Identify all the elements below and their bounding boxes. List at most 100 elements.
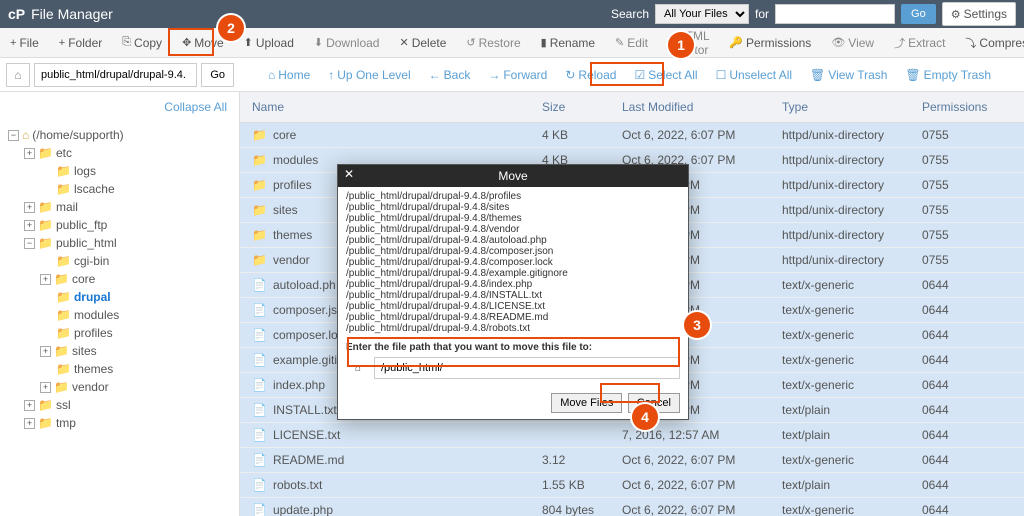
file-type: httpd/unix-directory: [782, 128, 922, 142]
tree-toggle-icon[interactable]: +: [40, 346, 51, 357]
file-type: httpd/unix-directory: [782, 178, 922, 192]
path-go-button[interactable]: Go: [201, 63, 234, 87]
view-trash-button[interactable]: 🗑 View Trash: [802, 64, 895, 86]
close-icon[interactable]: ✕: [344, 167, 354, 181]
tree-toggle-icon[interactable]: +: [24, 400, 35, 411]
extract-button[interactable]: ⤴Extract: [884, 29, 955, 57]
select-all-button[interactable]: ☑ Select All: [626, 64, 705, 86]
tree-item[interactable]: +📁mail: [0, 198, 239, 216]
copy-button[interactable]: ⎘Copy: [112, 30, 172, 56]
tree-item[interactable]: +📁public_ftp: [0, 216, 239, 234]
search-label: Search: [611, 7, 649, 21]
tree-item[interactable]: +📁ssl: [0, 396, 239, 414]
permissions-button[interactable]: 🔑Permissions: [719, 30, 821, 56]
back-button[interactable]: ← Back: [421, 64, 479, 86]
tree-item[interactable]: +📁etc: [0, 144, 239, 162]
tree-toggle-icon[interactable]: +: [24, 418, 35, 429]
folder-icon: 📁: [56, 326, 71, 340]
edit-button[interactable]: ✎Edit: [605, 30, 658, 56]
destination-input[interactable]: [374, 357, 680, 379]
up-level-button[interactable]: ↑ Up One Level: [320, 64, 418, 86]
tree-item[interactable]: 📁themes: [0, 360, 239, 378]
folder-icon: 📁: [56, 308, 71, 322]
file-permissions: 0644: [922, 353, 1012, 367]
home-icon[interactable]: ⌂: [346, 363, 370, 374]
download-button[interactable]: ⬇Download: [304, 30, 390, 56]
tree-toggle-icon[interactable]: +: [40, 382, 51, 393]
modal-file-path: /public_html/drupal/drupal-9.4.8/LICENSE…: [346, 301, 680, 312]
col-type-header[interactable]: Type: [782, 100, 922, 114]
annotation-1: 1: [668, 32, 694, 58]
settings-button[interactable]: ⚙ Settings: [942, 2, 1016, 26]
compress-button[interactable]: ⤵Compress: [955, 29, 1024, 57]
folder-icon: 📁: [38, 200, 53, 214]
tree-item[interactable]: 📁cgi-bin: [0, 252, 239, 270]
file-name: vendor: [273, 253, 310, 267]
upload-button[interactable]: ⬆Upload: [234, 30, 304, 56]
tree-item[interactable]: +📁core: [0, 270, 239, 288]
file-type: text/plain: [782, 403, 922, 417]
file-modified: Oct 6, 2022, 6:07 PM: [622, 128, 782, 142]
plus-icon: +: [59, 37, 65, 49]
file-name: index.php: [273, 378, 325, 392]
restore-button[interactable]: ↺Restore: [456, 30, 530, 56]
folder-icon: 📁: [56, 254, 71, 268]
file-size: 3.12: [542, 453, 622, 467]
tree-toggle-icon[interactable]: +: [24, 202, 35, 213]
tree-item[interactable]: 📁drupal: [0, 288, 239, 306]
table-row[interactable]: 📄README.md3.12Oct 6, 2022, 6:07 PMtext/x…: [240, 448, 1024, 473]
col-size-header[interactable]: Size: [542, 100, 622, 114]
folder-icon: 📁: [252, 178, 267, 192]
file-modified: Oct 6, 2022, 6:07 PM: [622, 478, 782, 492]
modal-file-path: /public_html/drupal/drupal-9.4.8/README.…: [346, 312, 680, 323]
search-scope-select[interactable]: All Your Files: [655, 4, 749, 24]
tree-item[interactable]: −⌂(/home/supporth): [0, 126, 239, 144]
file-button[interactable]: +File: [0, 30, 49, 56]
move-files-button[interactable]: Move Files: [551, 393, 622, 413]
col-modified-header[interactable]: Last Modified: [622, 100, 782, 114]
download-icon: ⬇: [314, 36, 323, 49]
table-row[interactable]: 📁core4 KBOct 6, 2022, 6:07 PMhttpd/unix-…: [240, 123, 1024, 148]
file-name: autoload.ph: [273, 278, 336, 292]
modal-file-path: /public_html/drupal/drupal-9.4.8/autoloa…: [346, 235, 680, 246]
unselect-all-button[interactable]: ☐ Unselect All: [708, 64, 800, 86]
tree-toggle-icon[interactable]: +: [40, 274, 51, 285]
empty-trash-button[interactable]: 🗑 Empty Trash: [897, 64, 999, 86]
home-icon[interactable]: ⌂: [6, 63, 30, 87]
table-row[interactable]: 📄update.php804 bytesOct 6, 2022, 6:07 PM…: [240, 498, 1024, 516]
file-name: core: [273, 128, 296, 142]
col-name-header[interactable]: Name: [252, 100, 542, 114]
collapse-all-button[interactable]: Collapse All: [0, 92, 239, 122]
search-input[interactable]: [775, 4, 895, 24]
tree-toggle-icon[interactable]: −: [24, 238, 35, 249]
path-input[interactable]: [34, 63, 197, 87]
view-button[interactable]: 👁View: [821, 30, 884, 56]
tree-toggle-icon[interactable]: +: [24, 220, 35, 231]
tree-item[interactable]: +📁sites: [0, 342, 239, 360]
table-row[interactable]: 📄robots.txt1.55 KBOct 6, 2022, 6:07 PMte…: [240, 473, 1024, 498]
nav-home-button[interactable]: ⌂ Home: [260, 64, 318, 86]
tree-item[interactable]: 📁logs: [0, 162, 239, 180]
file-name: sites: [273, 203, 298, 217]
tree-item[interactable]: 📁lscache: [0, 180, 239, 198]
rename-button[interactable]: ▮Rename: [531, 30, 605, 56]
rename-icon: ▮: [541, 36, 547, 49]
reload-button[interactable]: ↻ Reload: [557, 64, 624, 86]
tree-toggle-icon[interactable]: −: [8, 130, 19, 141]
forward-button[interactable]: → Forward: [480, 64, 555, 86]
search-go-button[interactable]: Go: [901, 4, 936, 24]
file-permissions: 0644: [922, 478, 1012, 492]
col-perm-header[interactable]: Permissions: [922, 100, 1012, 114]
tree-item[interactable]: −📁public_html: [0, 234, 239, 252]
tree-item[interactable]: 📁modules: [0, 306, 239, 324]
tree-item[interactable]: 📁profiles: [0, 324, 239, 342]
tree-item[interactable]: +📁vendor: [0, 378, 239, 396]
tree-item[interactable]: +📁tmp: [0, 414, 239, 432]
delete-button[interactable]: ✕Delete: [389, 30, 456, 56]
file-icon: 📄: [252, 303, 267, 317]
tree-toggle-icon[interactable]: +: [24, 148, 35, 159]
folder-button[interactable]: +Folder: [49, 30, 112, 56]
file-name: README.md: [273, 453, 344, 467]
table-row[interactable]: 📄LICENSE.txt7, 2016, 12:57 AMtext/plain0…: [240, 423, 1024, 448]
file-permissions: 0644: [922, 328, 1012, 342]
